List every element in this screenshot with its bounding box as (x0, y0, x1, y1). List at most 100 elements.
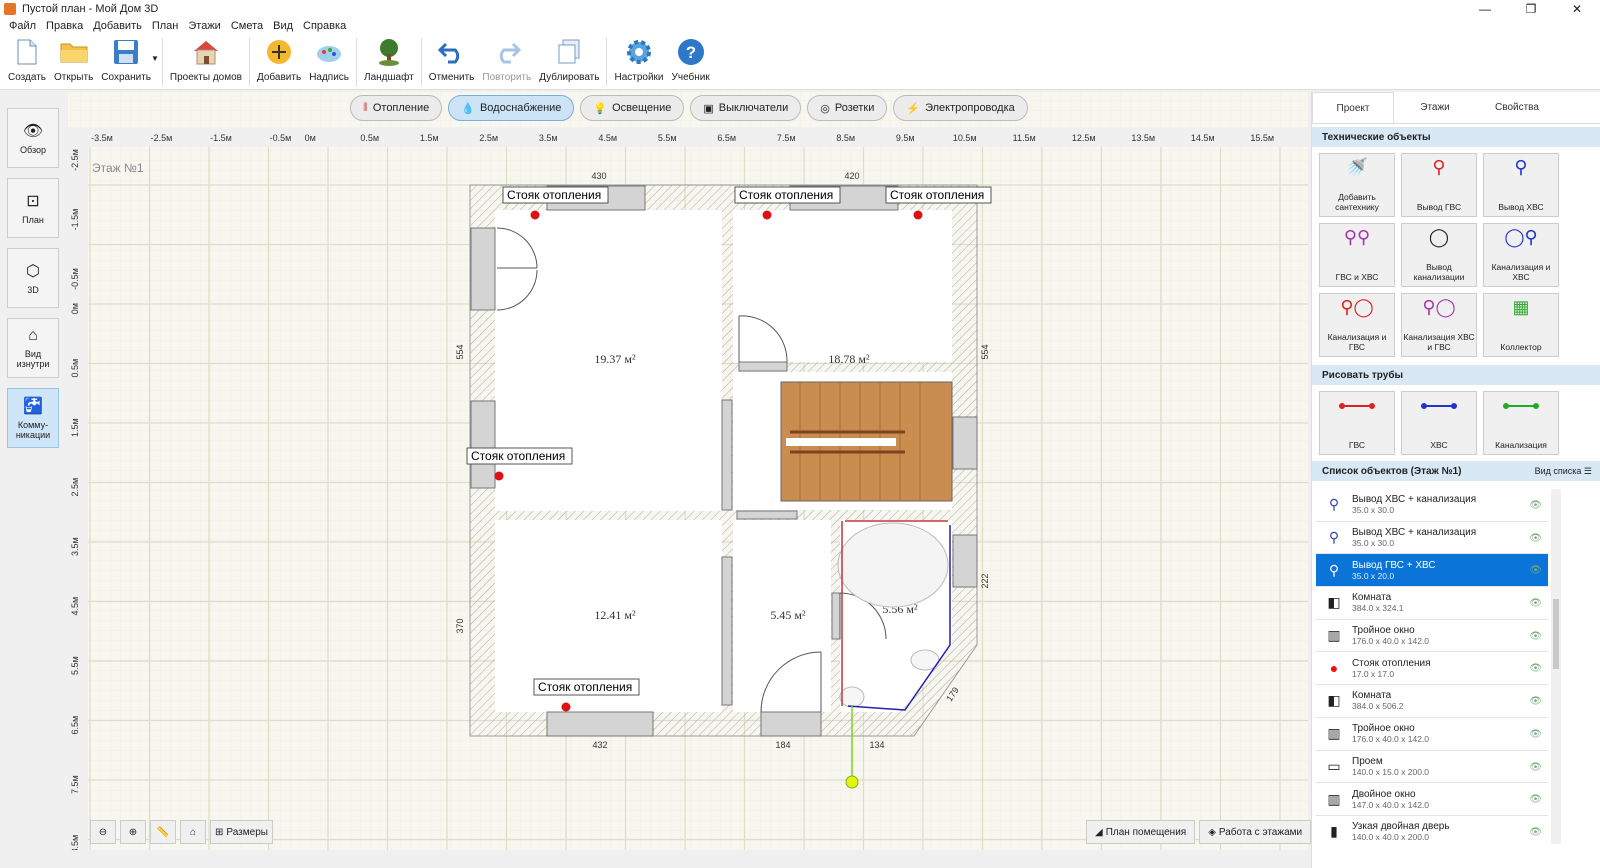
manifold-tile[interactable]: ▦ Коллектор (1483, 293, 1559, 357)
visibility-eye-icon[interactable]: 👁 (1529, 500, 1542, 511)
floor-plan[interactable]: -3.5м -2.5м -1.5м -0.5м 0м 0.5м 1.5м 2.5м 3.5м 4.… (68, 92, 1308, 850)
cold-pipe-tile[interactable]: ХВС (1401, 391, 1477, 455)
object-list-scrollbar[interactable] (1551, 489, 1561, 844)
water-supply-category-button[interactable]: 💧 Водоснабжение (448, 95, 575, 121)
menu-estimate[interactable]: Смета (226, 20, 268, 32)
object-list-item[interactable]: ◧ Комната 384.0 x 324.1 👁 (1316, 587, 1548, 620)
sink[interactable] (839, 686, 865, 708)
hot-water-outlet-tile[interactable]: ⚲ Вывод ГВС (1401, 153, 1477, 217)
inside-view-button[interactable]: ⌂ Вид изнутри (7, 318, 59, 378)
house-projects-button[interactable]: Проекты домов (166, 34, 246, 83)
cold-water-outlet-tile[interactable]: ⚲ Вывод ХВС (1483, 153, 1559, 217)
duplicate-button[interactable]: Дублировать (535, 34, 603, 83)
door[interactable] (831, 592, 841, 640)
communications-button[interactable]: 🚰 Комму- никации (7, 388, 59, 448)
tutorial-button[interactable]: ? Учебник (668, 34, 714, 83)
close-button[interactable]: ✕ (1554, 0, 1600, 18)
sockets-category-button[interactable]: ◎ Розетки (807, 95, 888, 121)
object-list-item[interactable]: ⚲ Вывод ХВС + канализация 35.0 x 30.0 👁 (1316, 522, 1548, 555)
object-list[interactable]: ⚲ Вывод ХВС + канализация 35.0 x 30.0 👁 ⚲ Выв… (1316, 489, 1548, 844)
floors-work-button[interactable]: ◈ Работа с этажами (1199, 820, 1312, 844)
object-list-item[interactable]: ▭ Проем 140.0 x 15.0 x 200.0 👁 (1316, 751, 1548, 784)
visibility-eye-icon[interactable]: 👁 (1529, 663, 1542, 674)
menu-add[interactable]: Добавить (88, 20, 147, 32)
object-list-item[interactable]: ⚲ Вывод ГВС + ХВС 35.0 x 20.0 👁 (1316, 554, 1548, 588)
tab-floors[interactable]: Этажи (1394, 92, 1476, 123)
sewer-pipe-tile[interactable]: Канализация (1483, 391, 1559, 455)
plan-canvas[interactable]: -3.5м -2.5м -1.5м -0.5м 0м 0.5м 1.5м 2.5м 3.5м 4.… (68, 92, 1308, 850)
save-dropdown-arrow[interactable]: ▼ (151, 54, 159, 63)
object-list-item[interactable]: ▥ Тройное окно 176.0 x 40.0 x 142.0 👁 (1316, 718, 1548, 751)
hot-pipe-tile[interactable]: ГВС (1319, 391, 1395, 455)
tab-properties[interactable]: Свойства (1476, 92, 1558, 123)
home-view-button[interactable]: ⌂ (180, 820, 206, 844)
sewer-hot-tile[interactable]: ⚲◯ Канализация и ГВС (1319, 293, 1395, 357)
window[interactable] (952, 534, 978, 588)
visibility-eye-icon[interactable]: 👁 (1529, 794, 1542, 805)
add-plumbing-tile[interactable]: 🚿 Добавить сантехнику (1319, 153, 1395, 217)
room-plan-button[interactable]: ◢ План помещения (1086, 820, 1196, 844)
riser-marker[interactable] (530, 210, 540, 220)
opening[interactable] (736, 510, 798, 520)
window[interactable] (470, 227, 496, 311)
riser-marker[interactable] (762, 210, 772, 220)
sewer-cold-tile[interactable]: ◯⚲ Канализация и ХВС (1483, 223, 1559, 287)
bathtub[interactable] (837, 522, 949, 608)
hot-cold-tile[interactable]: ⚲⚲ ГВС и ХВС (1319, 223, 1395, 287)
plan-view-button[interactable]: ⊡ План (7, 178, 59, 238)
landscape-button[interactable]: Ландшафт (360, 34, 418, 83)
create-button[interactable]: Создать (4, 34, 50, 83)
visibility-eye-icon[interactable]: 👁 (1529, 762, 1542, 773)
settings-button[interactable]: Настройки (610, 34, 667, 83)
window[interactable] (546, 711, 654, 737)
maximize-button[interactable]: ❐ (1508, 0, 1554, 18)
room-2[interactable] (733, 210, 952, 362)
opening[interactable] (721, 399, 733, 511)
open-button[interactable]: Открыть (50, 34, 97, 83)
zoom-in-button[interactable]: ⊕ (120, 820, 146, 844)
pipe-endpoint-handle[interactable] (845, 775, 859, 789)
menu-help[interactable]: Справка (298, 20, 351, 32)
save-button[interactable]: Сохранить (97, 34, 155, 83)
list-view-button[interactable]: Вид списка ☰ (1535, 466, 1592, 477)
object-list-item[interactable]: ▥ Двойное окно 147.0 x 40.0 x 142.0 👁 (1316, 783, 1548, 816)
text-label-button[interactable]: Надпись (305, 34, 353, 83)
window[interactable] (952, 416, 978, 470)
door[interactable] (760, 711, 822, 737)
scrollbar-thumb[interactable] (1553, 599, 1559, 669)
opening[interactable] (721, 556, 733, 706)
visibility-eye-icon[interactable]: 👁 (1529, 827, 1542, 838)
zoom-out-button[interactable]: ⊖ (90, 820, 116, 844)
menu-plan[interactable]: План (147, 20, 184, 32)
object-list-item[interactable]: ● Стояк отопления 17.0 x 17.0 👁 (1316, 652, 1548, 686)
measure-button[interactable]: 📏 (150, 820, 176, 844)
menu-view[interactable]: Вид (268, 20, 298, 32)
menu-floors[interactable]: Этажи (183, 20, 225, 32)
minimize-button[interactable]: — (1462, 0, 1508, 18)
door[interactable] (738, 361, 788, 372)
object-list-item[interactable]: ◧ Комната 384.0 x 506.2 👁 (1316, 685, 1548, 718)
sewer-cold-hot-tile[interactable]: ⚲◯ Канализация ХВС и ГВС (1401, 293, 1477, 357)
heating-category-button[interactable]: ⦀ Отопление (350, 95, 443, 121)
tab-project[interactable]: Проект (1312, 92, 1394, 123)
object-list-item[interactable]: ▥ Тройное окно 176.0 x 40.0 x 142.0 👁 (1316, 620, 1548, 653)
lighting-category-button[interactable]: 💡 Освещение (580, 95, 685, 121)
wiring-category-button[interactable]: ⚡ Электропроводка (893, 95, 1028, 121)
visibility-eye-icon[interactable]: 👁 (1529, 598, 1542, 609)
switches-category-button[interactable]: ▣ Выключатели (690, 95, 802, 121)
riser-marker[interactable] (913, 210, 923, 220)
object-list-item[interactable]: ▮ Узкая двойная дверь 140.0 x 40.0 x 200.0… (1316, 816, 1548, 844)
overview-button[interactable]: 👁 Обзор (7, 108, 59, 168)
riser-marker[interactable] (561, 702, 571, 712)
visibility-eye-icon[interactable]: 👁 (1529, 565, 1542, 576)
3d-view-button[interactable]: ⬡ 3D (7, 248, 59, 308)
visibility-eye-icon[interactable]: 👁 (1529, 533, 1542, 544)
visibility-eye-icon[interactable]: 👁 (1529, 729, 1542, 740)
undo-button[interactable]: Отменить (425, 34, 479, 83)
visibility-eye-icon[interactable]: 👁 (1529, 631, 1542, 642)
menu-edit[interactable]: Правка (41, 20, 88, 32)
visibility-eye-icon[interactable]: 👁 (1529, 696, 1542, 707)
window[interactable] (470, 400, 496, 489)
riser-marker[interactable] (494, 471, 504, 481)
add-button[interactable]: Добавить (253, 34, 305, 83)
